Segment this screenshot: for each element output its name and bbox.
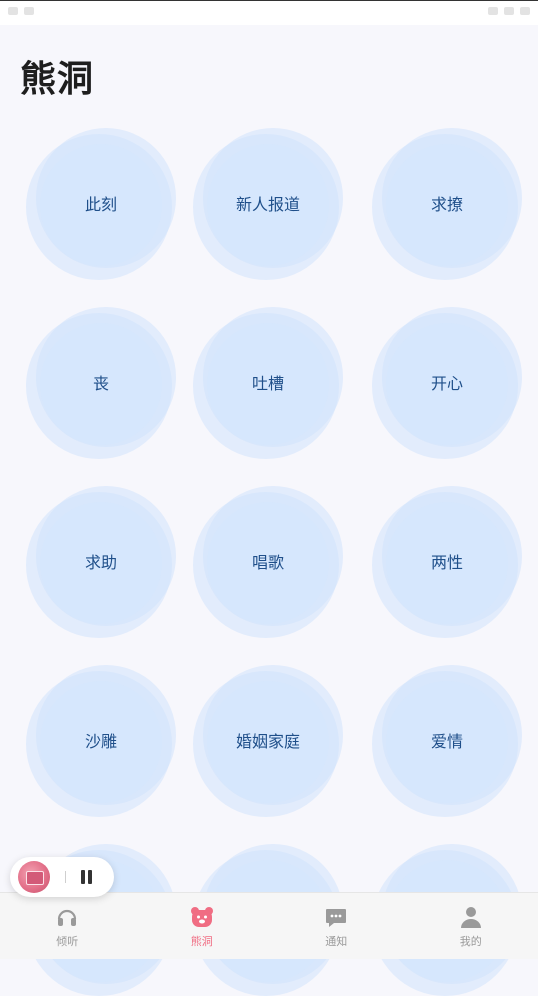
topic-label: 爱情: [372, 665, 522, 815]
bottom-tab-bar: 倾听 熊洞 通知: [0, 892, 538, 959]
tab-label: 我的: [460, 933, 482, 949]
bear-icon: [190, 905, 214, 929]
topic-bubble[interactable]: 新人报道: [193, 128, 343, 278]
headphones-icon: [55, 905, 79, 929]
mini-player[interactable]: [10, 857, 114, 897]
tab-profile[interactable]: 我的: [404, 893, 538, 959]
topic-grid: 此刻 新人报道 求撩 丧 吐槽 开心 求助 唱歌 两性 沙雕 婚姻家庭: [0, 0, 538, 890]
chat-icon: [324, 905, 348, 929]
topic-bubble[interactable]: 沙雕: [26, 665, 176, 815]
tab-label: 倾听: [56, 933, 78, 949]
tab-listen[interactable]: 倾听: [0, 893, 135, 959]
topic-label: 婚姻家庭: [193, 665, 343, 815]
topic-bubble[interactable]: 求助: [26, 486, 176, 636]
topic-bubble[interactable]: 婚姻家庭: [193, 665, 343, 815]
topic-label: 开心: [372, 307, 522, 457]
topic-bubble[interactable]: 丧: [26, 307, 176, 457]
topic-bubble[interactable]: 两性: [372, 486, 522, 636]
topic-label: 两性: [372, 486, 522, 636]
topic-label: 新人报道: [193, 128, 343, 278]
topic-label: 此刻: [26, 128, 176, 278]
topic-label: 吐槽: [193, 307, 343, 457]
topic-bubble[interactable]: 吐槽: [193, 307, 343, 457]
topic-label: 丧: [26, 307, 176, 457]
topic-label: 求助: [26, 486, 176, 636]
topic-label: 求撩: [372, 128, 522, 278]
album-cover-icon[interactable]: [18, 861, 50, 893]
topic-bubble[interactable]: 开心: [372, 307, 522, 457]
tab-notifications[interactable]: 通知: [269, 893, 404, 959]
divider: [65, 871, 66, 883]
topic-bubble[interactable]: 爱情: [372, 665, 522, 815]
user-icon: [459, 905, 483, 929]
topic-bubble[interactable]: 求撩: [372, 128, 522, 278]
tab-bear-cave[interactable]: 熊洞: [135, 893, 270, 959]
topic-bubble[interactable]: 此刻: [26, 128, 176, 278]
tab-label: 熊洞: [191, 933, 213, 949]
tab-label: 通知: [325, 933, 347, 949]
pause-icon[interactable]: [81, 870, 93, 884]
topic-label: 唱歌: [193, 486, 343, 636]
topic-bubble[interactable]: 唱歌: [193, 486, 343, 636]
topic-label: 沙雕: [26, 665, 176, 815]
